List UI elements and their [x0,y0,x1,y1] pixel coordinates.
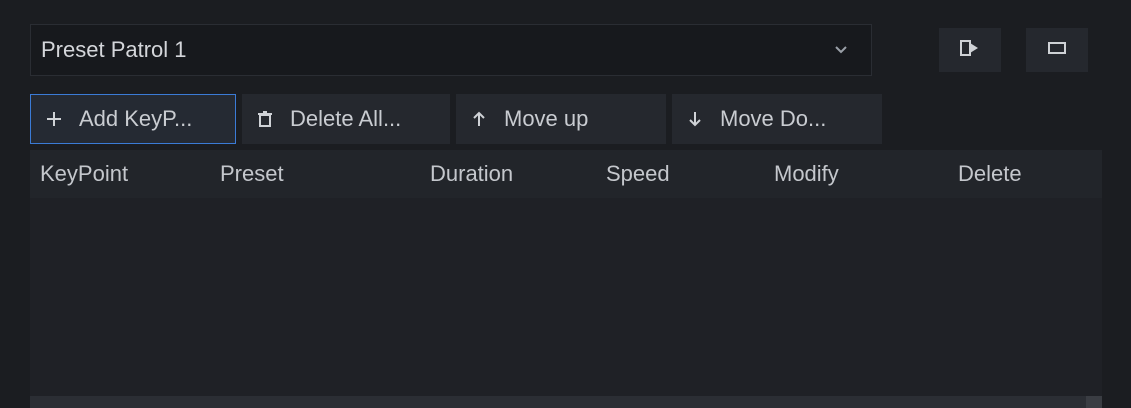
start-patrol-button[interactable] [939,28,1001,72]
keypoint-table: KeyPoint Preset Duration Speed Modify De… [30,150,1102,408]
delete-all-label: Delete All... [290,106,402,131]
column-header-keypoint: KeyPoint [40,161,129,186]
keypoint-toolbar: Add KeyP... Delete All... Move up Move D… [30,94,888,144]
move-up-label: Move up [504,106,589,131]
preset-patrol-panel: Preset Patrol 1 Add KeyP... Delete All..… [0,0,1131,408]
move-down-button[interactable]: Move Do... [672,94,882,144]
add-keypoint-button[interactable]: Add KeyP... [30,94,236,144]
play-patrol-icon [959,39,981,62]
add-keypoint-label: Add KeyP... [79,106,193,131]
table-header: KeyPoint Preset Duration Speed Modify De… [30,150,1102,198]
table-body [30,198,1102,396]
arrow-down-icon [682,106,708,132]
chevron-down-icon[interactable] [821,30,861,70]
trash-icon [252,106,278,132]
horizontal-scrollbar[interactable] [30,396,1102,408]
arrow-up-icon [466,106,492,132]
column-header-duration: Duration [430,161,514,186]
scrollbar-corner [1086,396,1102,408]
patrol-select[interactable]: Preset Patrol 1 [30,24,872,76]
plus-icon [41,106,67,132]
patrol-select-value: Preset Patrol 1 [41,37,187,62]
column-header-preset: Preset [220,161,284,186]
column-header-modify: Modify [774,161,839,186]
stop-patrol-button[interactable] [1026,28,1088,72]
delete-all-button[interactable]: Delete All... [242,94,450,144]
column-header-delete: Delete [958,161,1022,186]
column-header-speed: Speed [606,161,670,186]
stop-patrol-icon [1046,40,1068,61]
move-down-label: Move Do... [720,106,827,131]
move-up-button[interactable]: Move up [456,94,666,144]
